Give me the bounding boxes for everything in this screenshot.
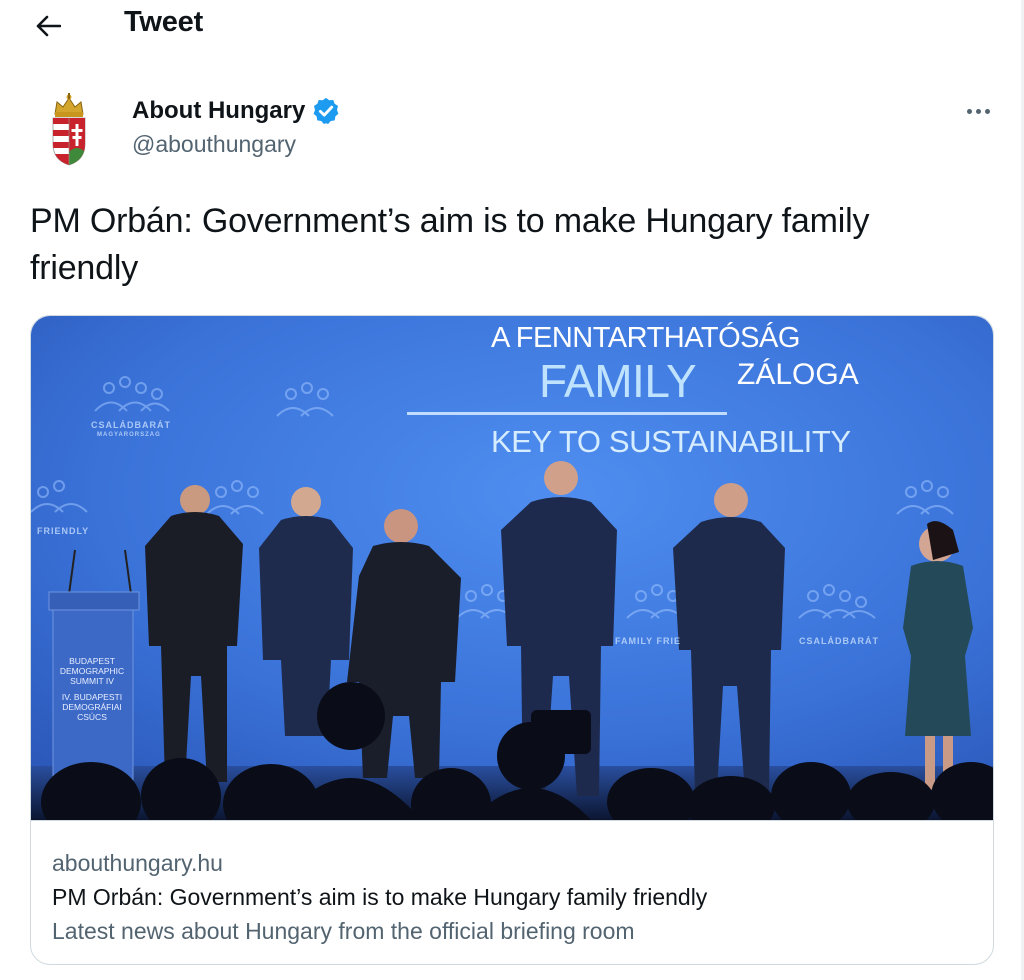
author-name-row[interactable]: About Hungary xyxy=(132,96,341,126)
podium-line: BUDAPEST xyxy=(69,656,115,666)
avatar[interactable] xyxy=(34,92,104,168)
tweet-text: PM Orbán: Government’s aim is to make Hu… xyxy=(30,202,870,287)
link-card[interactable]: A FENNTARTHATÓSÁG FAMILY ZÁLOGA KEY TO S… xyxy=(30,315,994,965)
podium-line: SUMMIT IV xyxy=(70,676,114,686)
backdrop-logo-text: FRIENDLY xyxy=(37,526,90,536)
verified-badge-icon xyxy=(313,97,339,124)
podium-line: CSÚCS xyxy=(77,712,107,722)
podium-line: DEMOGRAPHIC xyxy=(59,666,125,676)
card-domain: abouthungary.hu xyxy=(52,850,223,876)
tweet-header: Tweet xyxy=(0,0,1021,52)
backdrop-logo-text: CSALÁDBARÁT xyxy=(799,636,879,646)
stage-text-family: FAMILY xyxy=(539,355,697,407)
card-image[interactable]: A FENNTARTHATÓSÁG FAMILY ZÁLOGA KEY TO S… xyxy=(31,316,993,820)
podium-line: DEMOGRÁFIAI xyxy=(62,702,122,712)
backdrop-logo-text: CSALÁDBARÁT xyxy=(91,420,171,430)
backdrop-logo-subtext: MAGYARORSZÁG xyxy=(97,432,161,438)
podium-sign: BUDAPEST DEMOGRAPHIC SUMMIT IV IV. BUDAP… xyxy=(53,656,131,722)
author-handle[interactable]: @abouthungary xyxy=(132,131,296,158)
page-title: Tweet xyxy=(124,6,204,38)
stage-text-line1: A FENNTARTHATÓSÁG xyxy=(491,322,800,354)
coat-of-arms-icon xyxy=(52,93,86,166)
author-name: About Hungary xyxy=(132,97,306,124)
card-description: Latest news about Hungary from the offic… xyxy=(52,918,635,944)
card-meta[interactable]: abouthungary.hu PM Orbán: Government’s a… xyxy=(31,820,993,964)
more-dot-icon xyxy=(984,108,990,114)
card-title: PM Orbán: Government’s aim is to make Hu… xyxy=(52,884,708,910)
stage-text-line3: KEY TO SUSTAINABILITY xyxy=(491,424,851,459)
backdrop-logo-text: FAMILY FRIE xyxy=(615,636,682,646)
more-dot-icon xyxy=(966,108,972,114)
back-button[interactable] xyxy=(28,6,68,46)
podium-line: IV. BUDAPESTI xyxy=(61,692,123,702)
more-dot-icon xyxy=(975,108,981,114)
more-options-button[interactable] xyxy=(958,96,998,126)
arrow-left-icon xyxy=(36,15,61,37)
stage-text-zaloga: ZÁLOGA xyxy=(737,358,859,391)
